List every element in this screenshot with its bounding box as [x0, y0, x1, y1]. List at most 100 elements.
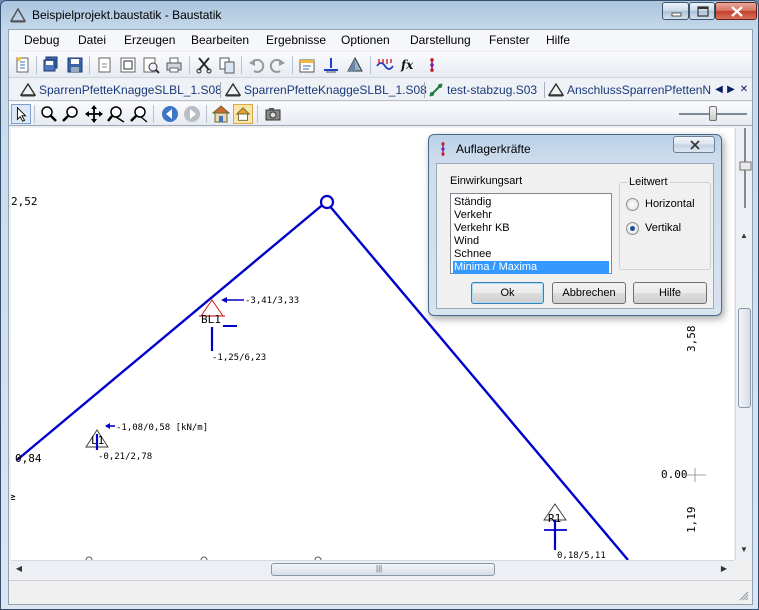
tab-test-stabzug[interactable]: test-stabzug.S03: [428, 81, 543, 100]
zoom-window-icon[interactable]: [107, 104, 127, 124]
list-item[interactable]: Wind: [453, 235, 609, 248]
list-item[interactable]: Ständig: [453, 196, 609, 209]
cut-icon[interactable]: [194, 55, 214, 75]
support-l1: L1 -1,08/0,58 [kN/m] -0,21/2,78: [85, 423, 208, 462]
rafter-left: [16, 201, 327, 461]
formula-icon[interactable]: fx: [399, 55, 419, 75]
copy-icon[interactable]: [217, 55, 237, 75]
list-item[interactable]: Verkehr: [453, 209, 609, 222]
vertical-zoom-slider[interactable]: [739, 128, 752, 208]
horizontal-scroll-thumb[interactable]: |||: [271, 563, 495, 576]
menu-datei[interactable]: Datei: [78, 33, 106, 47]
roof-icon: [225, 82, 241, 97]
radio-horizontal-label[interactable]: Horizontal: [645, 198, 695, 210]
tab-label: SparrenPfetteKnaggeSLBL_1.S08: [244, 83, 427, 97]
forward-icon[interactable]: [182, 104, 202, 124]
stray-mark: ≥: [11, 490, 16, 503]
zoom-out-icon[interactable]: [61, 104, 81, 124]
back-icon[interactable]: [160, 104, 180, 124]
dialog-title: Auflagerkräfte: [456, 142, 531, 156]
toolbar-separator: [370, 56, 371, 74]
toolbar-separator: [292, 56, 293, 74]
maximize-icon: [697, 6, 709, 17]
scroll-up-button[interactable]: ▲: [736, 228, 752, 244]
tab-prev-button[interactable]: ◀: [713, 82, 725, 98]
client-area: Debug Datei Erzeugen Bearbeiten Ergebnis…: [8, 29, 753, 605]
camera-icon[interactable]: [263, 104, 283, 124]
menu-darstellung[interactable]: Darstellung: [410, 33, 471, 47]
menu-bearbeiten[interactable]: Bearbeiten: [191, 33, 249, 47]
vertical-scroll-thumb[interactable]: [738, 308, 751, 408]
tab-anschluss[interactable]: AnschlussSparrenPfettenN: [548, 81, 713, 100]
dim-right-top-label: 3,58: [685, 326, 698, 353]
house-lock-icon[interactable]: [211, 104, 231, 124]
new-icon[interactable]: [13, 55, 33, 75]
zoom-all-icon[interactable]: [129, 104, 149, 124]
menu-fenster[interactable]: Fenster: [489, 33, 530, 47]
tab-close-button[interactable]: ✕: [738, 82, 750, 98]
horizontal-scrollbar[interactable]: ◀ ||| ▶: [11, 560, 734, 577]
zoom-icon[interactable]: [39, 104, 59, 124]
toolbar-separator: [34, 105, 35, 123]
tab-sparrenpfette-1[interactable]: SparrenPfetteKnaggeSLBL_1.S08: [20, 81, 222, 100]
menu-erzeugen[interactable]: Erzeugen: [124, 33, 175, 47]
close-button[interactable]: [715, 2, 757, 20]
cancel-button[interactable]: Abbrechen: [552, 282, 626, 304]
load-icon[interactable]: [375, 55, 395, 75]
undo-icon[interactable]: [246, 55, 266, 75]
menu-debug[interactable]: Debug: [24, 33, 59, 47]
tab-next-button[interactable]: ▶: [725, 82, 737, 98]
auflagerkraefte-dialog: Auflagerkräfte Einwirkungsart Ständig Ve…: [428, 134, 722, 316]
pointer-icon[interactable]: [11, 104, 31, 124]
zoom-page-icon[interactable]: [141, 55, 161, 75]
einwirkungsart-listbox[interactable]: Ständig Verkehr Verkehr KB Wind Schnee M…: [450, 193, 612, 274]
pan-icon[interactable]: [84, 104, 104, 124]
properties-icon[interactable]: [297, 55, 317, 75]
radio-vertical[interactable]: [626, 222, 639, 235]
scroll-down-button[interactable]: ▼: [736, 542, 752, 558]
view-toolbar: [9, 102, 752, 126]
dialog-close-button[interactable]: [673, 136, 715, 153]
resize-grip-icon[interactable]: [739, 591, 749, 601]
support-icon[interactable]: [321, 55, 341, 75]
menu-ergebnisse[interactable]: Ergebnisse: [266, 33, 326, 47]
load-arrowhead-bl1: [221, 297, 227, 303]
toolbar-separator: [241, 56, 242, 74]
vertical-scrollbar[interactable]: ▲ ▼: [735, 128, 752, 560]
list-item[interactable]: Schnee: [453, 248, 609, 261]
help-button[interactable]: Hilfe: [633, 282, 707, 304]
print-preview-icon[interactable]: [118, 55, 138, 75]
menu-optionen[interactable]: Optionen: [341, 33, 390, 47]
list-item-selected[interactable]: Minima / Maxima: [453, 261, 609, 274]
load-label-l1-h: -1,08/0,58 [kN/m]: [116, 423, 208, 433]
scroll-right-button[interactable]: ▶: [716, 561, 732, 577]
vertical-zoom-track: [739, 128, 752, 208]
zoom-slider-thumb[interactable]: [709, 106, 717, 121]
dialog-body: Einwirkungsart Ständig Verkehr Verkehr K…: [436, 163, 714, 309]
save-all-icon[interactable]: [41, 55, 61, 75]
load-label-bl1-h: -3,41/3,33: [245, 296, 299, 306]
menu-hilfe[interactable]: Hilfe: [546, 33, 570, 47]
maximize-button[interactable]: [689, 2, 715, 20]
redo-icon[interactable]: [268, 55, 288, 75]
ok-button[interactable]: Ok: [471, 282, 544, 304]
page-icon[interactable]: [95, 55, 115, 75]
ridge-joint: [319, 194, 335, 210]
reaction-icon[interactable]: [422, 55, 442, 75]
menu-bar: Debug Datei Erzeugen Bearbeiten Ergebnis…: [9, 30, 752, 51]
minimize-button[interactable]: [662, 2, 689, 20]
printer-icon[interactable]: [164, 55, 184, 75]
load-label-bl1-v: -1,25/6,23: [212, 353, 266, 363]
tab-sparrenpfette-2[interactable]: SparrenPfetteKnaggeSLBL_1.S08: [225, 81, 427, 100]
radio-vertical-label[interactable]: Vertikal: [645, 222, 681, 234]
list-item[interactable]: Verkehr KB: [453, 222, 609, 235]
dim-right-zero-label: 0.00: [661, 468, 688, 481]
radio-horizontal[interactable]: [626, 198, 639, 211]
scroll-left-button[interactable]: ◀: [11, 561, 27, 577]
element-icon[interactable]: [345, 55, 365, 75]
support-r1: R1 0,18/5,11: [543, 503, 606, 560]
house-icon[interactable]: [233, 104, 253, 124]
reaction-icon: [441, 142, 445, 156]
save-icon[interactable]: [65, 55, 85, 75]
support-label-bl1: BL1: [201, 313, 221, 326]
